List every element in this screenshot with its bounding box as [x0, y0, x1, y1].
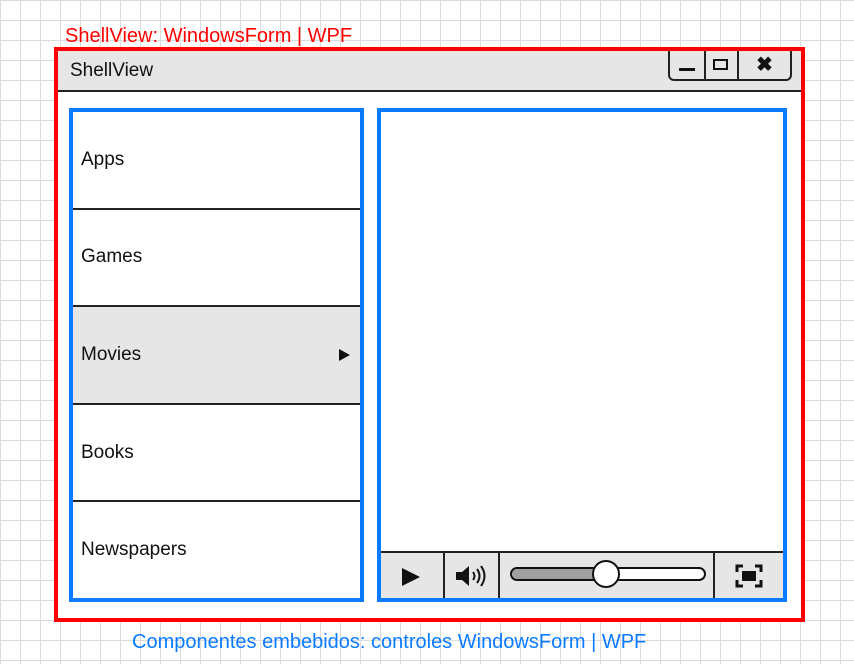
- nav-item-label: Newspapers: [81, 539, 187, 561]
- nav-item-apps[interactable]: Apps: [73, 112, 360, 210]
- nav-item-games[interactable]: Games: [73, 210, 360, 308]
- maximize-icon: [713, 59, 728, 70]
- window-title: ShellView: [70, 60, 154, 81]
- fullscreen-icon: [735, 564, 763, 588]
- title-bar: ShellView ✖: [58, 51, 801, 92]
- nav-item-label: Books: [81, 441, 134, 463]
- minimize-button[interactable]: [670, 51, 706, 79]
- close-icon: ✖: [756, 54, 773, 76]
- play-button[interactable]: [381, 553, 445, 598]
- volume-icon: [456, 565, 486, 587]
- player-controls: [381, 551, 783, 598]
- minimize-icon: [679, 68, 695, 71]
- shellview-caption: ShellView: WindowsForm | WPF: [65, 25, 353, 47]
- window-controls: ✖: [668, 51, 792, 81]
- nav-item-label: Games: [81, 246, 143, 268]
- seek-thumb[interactable]: [592, 560, 621, 588]
- nav-item-label: Movies: [81, 343, 142, 365]
- canvas: ShellView: WindowsForm | WPF ShellView ✖…: [0, 0, 854, 664]
- maximize-button[interactable]: [706, 51, 739, 79]
- play-arrow-icon: [339, 348, 350, 361]
- embedded-components-caption: Componentes embebidos: controles Windows…: [132, 631, 647, 653]
- nav-item-newspapers[interactable]: Newspapers: [73, 502, 360, 598]
- volume-button[interactable]: [445, 553, 500, 598]
- seek-bar: [500, 553, 715, 598]
- nav-item-books[interactable]: Books: [73, 405, 360, 503]
- fullscreen-button[interactable]: [715, 553, 783, 598]
- close-button[interactable]: ✖: [739, 51, 790, 79]
- nav-item-label: Apps: [81, 148, 125, 170]
- media-player: [377, 108, 787, 602]
- play-icon: [402, 568, 420, 586]
- navigation-list: Apps Games Movies Books Newspapers: [69, 108, 364, 602]
- nav-item-movies[interactable]: Movies: [73, 307, 360, 405]
